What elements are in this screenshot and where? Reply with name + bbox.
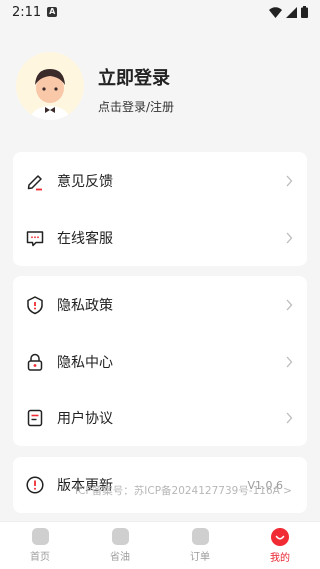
- tab-label-home: 首页: [30, 552, 50, 563]
- menu-label-feedback: 意见反馈: [57, 173, 113, 190]
- info-circle-icon: [26, 476, 44, 494]
- fuel-icon: [111, 528, 129, 545]
- login-title[interactable]: 立即登录: [98, 64, 170, 90]
- card-version: 版本更新 V1.0.6 ICP备案号：苏ICP备2024127739号-116A…: [13, 457, 307, 513]
- edit-pencil-icon: [27, 174, 42, 190]
- menu-item-privacy-center[interactable]: 隐私中心: [13, 333, 307, 390]
- login-subtitle[interactable]: 点击登录/注册: [98, 98, 174, 115]
- menu-item-user-agreement[interactable]: 用户协议: [13, 389, 307, 446]
- wifi-icon: [269, 6, 282, 18]
- profile-header[interactable]: 立即登录 点击登录/注册: [16, 52, 306, 124]
- chat-bubble-icon: [26, 230, 44, 246]
- status-right: [269, 6, 308, 18]
- icp-record-link[interactable]: ICP备案号：苏ICP备2024127739号-116A >: [75, 483, 292, 498]
- avatar-illustration-icon: [16, 52, 84, 120]
- tab-orders[interactable]: 订单: [160, 522, 240, 569]
- tab-label-orders: 订单: [190, 552, 210, 563]
- menu-item-customer-service[interactable]: 在线客服: [13, 209, 307, 266]
- notification-icon: A: [47, 7, 58, 17]
- menu-label-privacy-center: 隐私中心: [57, 354, 113, 371]
- chevron-right-icon: [286, 232, 293, 243]
- battery-icon: [301, 6, 308, 18]
- bottom-tab-bar: 首页 省油 订单 我的: [0, 521, 320, 569]
- chevron-right-icon: [286, 299, 293, 310]
- signal-icon: [286, 6, 297, 18]
- card-privacy: 隐私政策 隐私中心 用户协议: [13, 276, 307, 446]
- tab-home[interactable]: 首页: [0, 522, 80, 569]
- card-support: 意见反馈 在线客服: [13, 152, 307, 266]
- menu-label-customer-service: 在线客服: [57, 230, 113, 247]
- avatar[interactable]: [16, 52, 84, 120]
- status-bar: 2:11 A: [0, 0, 320, 24]
- home-icon: [31, 528, 49, 545]
- shield-icon: [27, 295, 43, 314]
- lock-icon: [27, 353, 43, 371]
- menu-item-privacy-policy[interactable]: 隐私政策: [13, 276, 307, 333]
- order-icon: [191, 528, 209, 545]
- tab-fuel[interactable]: 省油: [80, 522, 160, 569]
- chevron-right-icon: [286, 412, 293, 423]
- tab-label-fuel: 省油: [110, 552, 130, 563]
- menu-item-feedback[interactable]: 意见反馈: [13, 152, 307, 209]
- menu-label-privacy-policy: 隐私政策: [57, 297, 113, 314]
- tab-label-profile: 我的: [270, 552, 290, 564]
- profile-smile-icon: [271, 527, 289, 546]
- chevron-right-icon: [286, 175, 293, 186]
- tab-profile[interactable]: 我的: [240, 522, 320, 569]
- status-left: 2:11 A: [12, 4, 58, 20]
- chevron-right-icon: [286, 356, 293, 367]
- menu-label-user-agreement: 用户协议: [57, 410, 113, 427]
- document-icon: [27, 409, 43, 426]
- status-time: 2:11: [12, 4, 42, 20]
